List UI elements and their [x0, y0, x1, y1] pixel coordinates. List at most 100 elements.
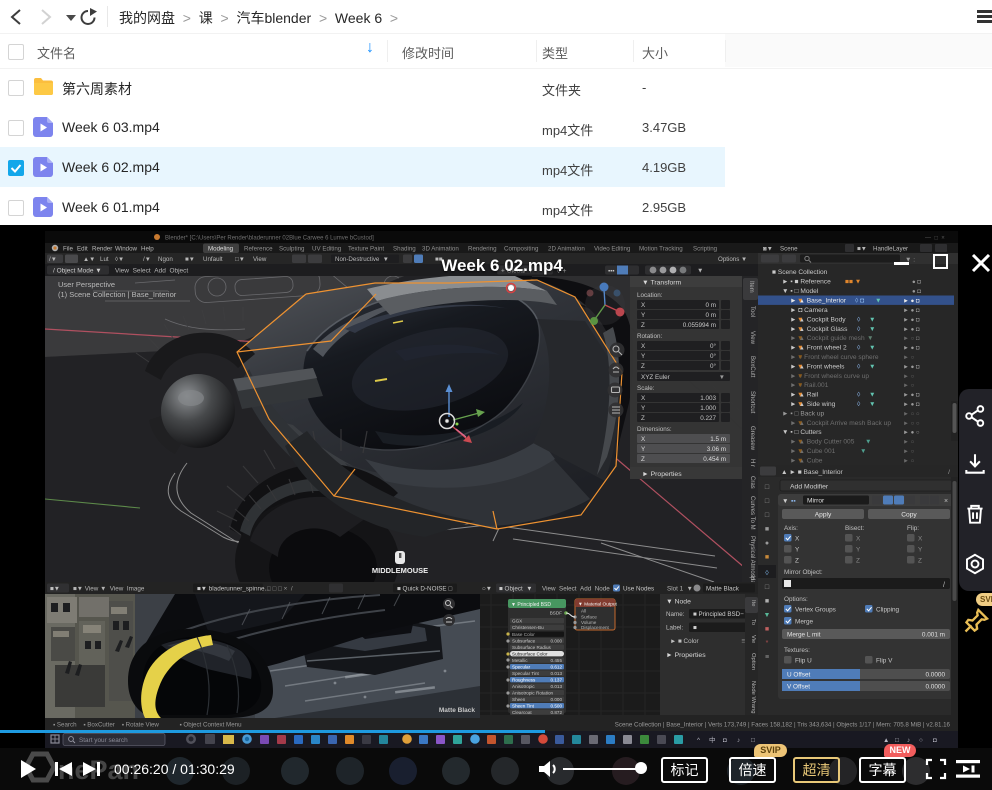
svg-text:(1) Scene Collection | Base_In: (1) Scene Collection | Base_Interior: [58, 290, 177, 299]
svg-text:Option: Option: [750, 653, 756, 670]
svg-text:Merge L mit: Merge L mit: [787, 632, 821, 639]
svg-text:► ○: ► ○: [903, 458, 915, 464]
svg-text:▼: ▼: [797, 373, 804, 380]
svg-text:XYZ Euler: XYZ Euler: [641, 374, 670, 381]
svg-text:Surface: Surface: [581, 615, 597, 620]
svg-text:▼ Material Output: ▼ Material Output: [578, 602, 618, 608]
svg-text:♪: ♪: [907, 737, 910, 744]
svg-text:■ Quick D-NOISE □: ■ Quick D-NOISE □: [397, 586, 452, 593]
svg-text:▼: ▼: [797, 448, 804, 455]
svg-text:● ◘: ● ◘: [912, 289, 921, 295]
svg-text:Clipping: Clipping: [876, 607, 900, 614]
svg-text:▼: ▼: [867, 335, 874, 342]
svg-text:■: ■: [765, 626, 769, 633]
svg-text:► ▲ Cube: ► ▲ Cube: [790, 457, 823, 464]
svg-text:▼ Node: ▼ Node: [666, 599, 691, 606]
svg-text:≡: ≡: [741, 638, 745, 645]
svg-text:0.455: 0.455: [551, 658, 563, 663]
svg-text:/: /: [943, 582, 945, 589]
svg-text:1.5 m: 1.5 m: [710, 436, 726, 443]
svg-text:Subsurface Color: Subsurface Color: [512, 651, 548, 656]
svg-text:2D Animation: 2D Animation: [548, 246, 585, 253]
svg-text:Ite: Ite: [750, 600, 756, 606]
svg-text:▼: ▼: [869, 392, 876, 399]
svg-text:▼: ▼: [797, 457, 804, 464]
svg-text:► ▪ □ Back up: ► ▪ □ Back up: [782, 410, 825, 417]
svg-text:► ◘ Camera: ► ◘ Camera: [790, 307, 828, 314]
svg-text:User Perspective: User Perspective: [58, 280, 115, 289]
svg-text:Render: Render: [92, 246, 112, 253]
svg-text:► ● ◘: ► ● ◘: [903, 402, 920, 408]
svg-text:Shading: Shading: [393, 246, 416, 253]
svg-text:▼: ▼: [869, 401, 876, 408]
svg-text:H r: H r: [749, 459, 755, 467]
svg-text:► ○: ► ○: [903, 449, 915, 455]
svg-text:0.000: 0.000: [551, 638, 563, 643]
svg-text:File: File: [63, 246, 74, 253]
svg-text:▼: ▼: [797, 298, 804, 305]
svg-text:► Properties: ► Properties: [666, 652, 706, 659]
svg-text:▼: ▼: [797, 401, 804, 408]
svg-text:Y: Y: [856, 547, 861, 554]
svg-text:0.013: 0.013: [551, 671, 563, 676]
svg-text:▼: ▼: [797, 392, 804, 399]
svg-text:■: ■: [765, 598, 769, 605]
svg-text:► ● ◘: ► ● ◘: [903, 327, 920, 333]
svg-text:3D Animation: 3D Animation: [422, 246, 459, 253]
svg-text:Start your search: Start your search: [79, 737, 128, 744]
svg-text:0.0000: 0.0000: [925, 684, 945, 691]
svg-text:■: ■: [765, 526, 769, 533]
svg-text:► ● ○: ► ● ○: [903, 430, 920, 436]
svg-text:Z: Z: [918, 558, 922, 565]
svg-text:◊ ◘: ◊ ◘: [855, 298, 864, 305]
svg-text:0.000: 0.000: [551, 697, 563, 702]
svg-text:Metallic: Metallic: [512, 658, 528, 663]
svg-text:◘: ◘: [723, 737, 727, 744]
svg-text:◙▼: ◙▼: [763, 246, 773, 253]
svg-text:► ○ ◘: ► ○ ◘: [903, 336, 920, 342]
svg-text:Rotation:: Rotation:: [637, 333, 662, 340]
svg-text:■▼: ■▼: [857, 246, 867, 253]
svg-text:Mirror: Mirror: [807, 498, 825, 505]
svg-text:Node Wrang: Node Wrang: [750, 681, 756, 713]
svg-text:Slot 1 ▼: Slot 1 ▼: [667, 586, 693, 593]
svg-text:Apply: Apply: [815, 512, 832, 519]
svg-text:Vertex Groups: Vertex Groups: [795, 607, 836, 614]
svg-text:Scale:: Scale:: [637, 385, 655, 392]
svg-text:▼: ▼: [869, 326, 876, 333]
svg-text:BoxCutt: BoxCutt: [749, 356, 755, 378]
svg-text:■ Principled BSD−: ■ Principled BSD−: [693, 611, 744, 618]
svg-text:Curves To M: Curves To M: [749, 496, 755, 530]
svg-text:0 m: 0 m: [706, 302, 717, 309]
svg-text:Name:: Name:: [666, 611, 685, 618]
svg-text:▼: ▼: [797, 382, 804, 389]
svg-text:► Properties: ► Properties: [642, 471, 682, 478]
svg-text:Sheen: Sheen: [512, 697, 526, 702]
svg-text:♪: ♪: [737, 737, 740, 744]
svg-text:■: ■: [765, 554, 769, 561]
svg-text:Sheen Tint: Sheen Tint: [512, 703, 535, 708]
svg-text:Texture Paint: Texture Paint: [348, 246, 384, 253]
svg-text:► ■ Color: ► ■ Color: [670, 638, 699, 645]
svg-text:Video Editing: Video Editing: [594, 246, 631, 253]
svg-text:Scene: Scene: [780, 246, 798, 253]
svg-text:GGX: GGX: [512, 618, 522, 623]
svg-text:中: 中: [709, 735, 715, 744]
svg-text:0.0000: 0.0000: [925, 672, 945, 679]
svg-text:Displacement: Displacement: [581, 625, 610, 630]
svg-text:X: X: [856, 536, 861, 543]
svg-text:► ● ◘: ► ● ◘: [903, 317, 920, 323]
svg-text:/: /: [948, 469, 950, 476]
svg-text:1.000: 1.000: [700, 405, 716, 412]
svg-text:▲ ► ■ Base_Interior: ▲ ► ■ Base_Interior: [781, 469, 844, 476]
svg-text:Specular Tint: Specular Tint: [512, 671, 540, 676]
svg-text:Subsurface Radius: Subsurface Radius: [512, 645, 552, 650]
svg-text:Shortcut: Shortcut: [749, 391, 755, 414]
svg-text:▼: ▼: [869, 316, 876, 323]
svg-text:≡: ≡: [765, 654, 769, 661]
svg-text:0°: 0°: [710, 352, 717, 360]
svg-text:0.500: 0.500: [551, 703, 563, 708]
svg-text:Matte Black: Matte Black: [706, 586, 740, 593]
svg-text:0°: 0°: [710, 342, 717, 350]
svg-text:3.06 m: 3.06 m: [707, 446, 726, 453]
